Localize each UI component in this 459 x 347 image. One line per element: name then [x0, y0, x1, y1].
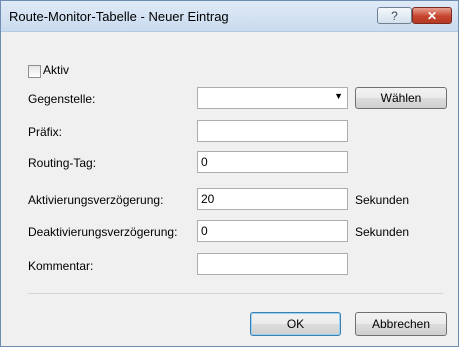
- gegenstelle-label: Gegenstelle:: [28, 92, 96, 106]
- routing-tag-input[interactable]: [197, 151, 348, 173]
- chevron-down-icon[interactable]: ▼: [334, 91, 343, 101]
- gegenstelle-dropdown[interactable]: ▼: [197, 87, 348, 109]
- deaktivierungsverzoegerung-label: Deaktivierungsverzögerung:: [28, 225, 178, 239]
- cancel-button[interactable]: Abbrechen: [355, 312, 447, 336]
- window-title: Route-Monitor-Tabelle - Neuer Eintrag: [9, 9, 229, 24]
- dialog-window: Route-Monitor-Tabelle - Neuer Eintrag ? …: [0, 0, 459, 347]
- deaktivierungsverzoegerung-unit: Sekunden: [355, 225, 410, 239]
- waehlen-button[interactable]: Wählen: [355, 87, 447, 109]
- aktivierungsverzoegerung-label: Aktivierungsverzögerung:: [28, 193, 164, 207]
- praefix-label: Präfix:: [28, 125, 63, 139]
- aktiv-label[interactable]: Aktiv: [43, 63, 69, 77]
- aktiv-checkbox[interactable]: [28, 65, 41, 78]
- kommentar-label: Kommentar:: [28, 259, 94, 273]
- help-button[interactable]: ?: [377, 7, 412, 24]
- ok-button[interactable]: OK: [250, 312, 341, 336]
- routing-tag-label: Routing-Tag:: [28, 156, 97, 170]
- aktivierungsverzoegerung-unit: Sekunden: [355, 193, 410, 207]
- dialog-body: Aktiv Gegenstelle: ▼ Wählen Präfix: Rout…: [1, 32, 458, 346]
- praefix-input[interactable]: [197, 120, 348, 142]
- close-button[interactable]: ✕: [412, 7, 452, 24]
- title-bar: Route-Monitor-Tabelle - Neuer Eintrag ? …: [1, 1, 458, 32]
- footer-separator: [28, 293, 443, 294]
- aktivierungsverzoegerung-input[interactable]: [197, 188, 348, 210]
- kommentar-input[interactable]: [197, 253, 348, 275]
- deaktivierungsverzoegerung-input[interactable]: [197, 220, 348, 242]
